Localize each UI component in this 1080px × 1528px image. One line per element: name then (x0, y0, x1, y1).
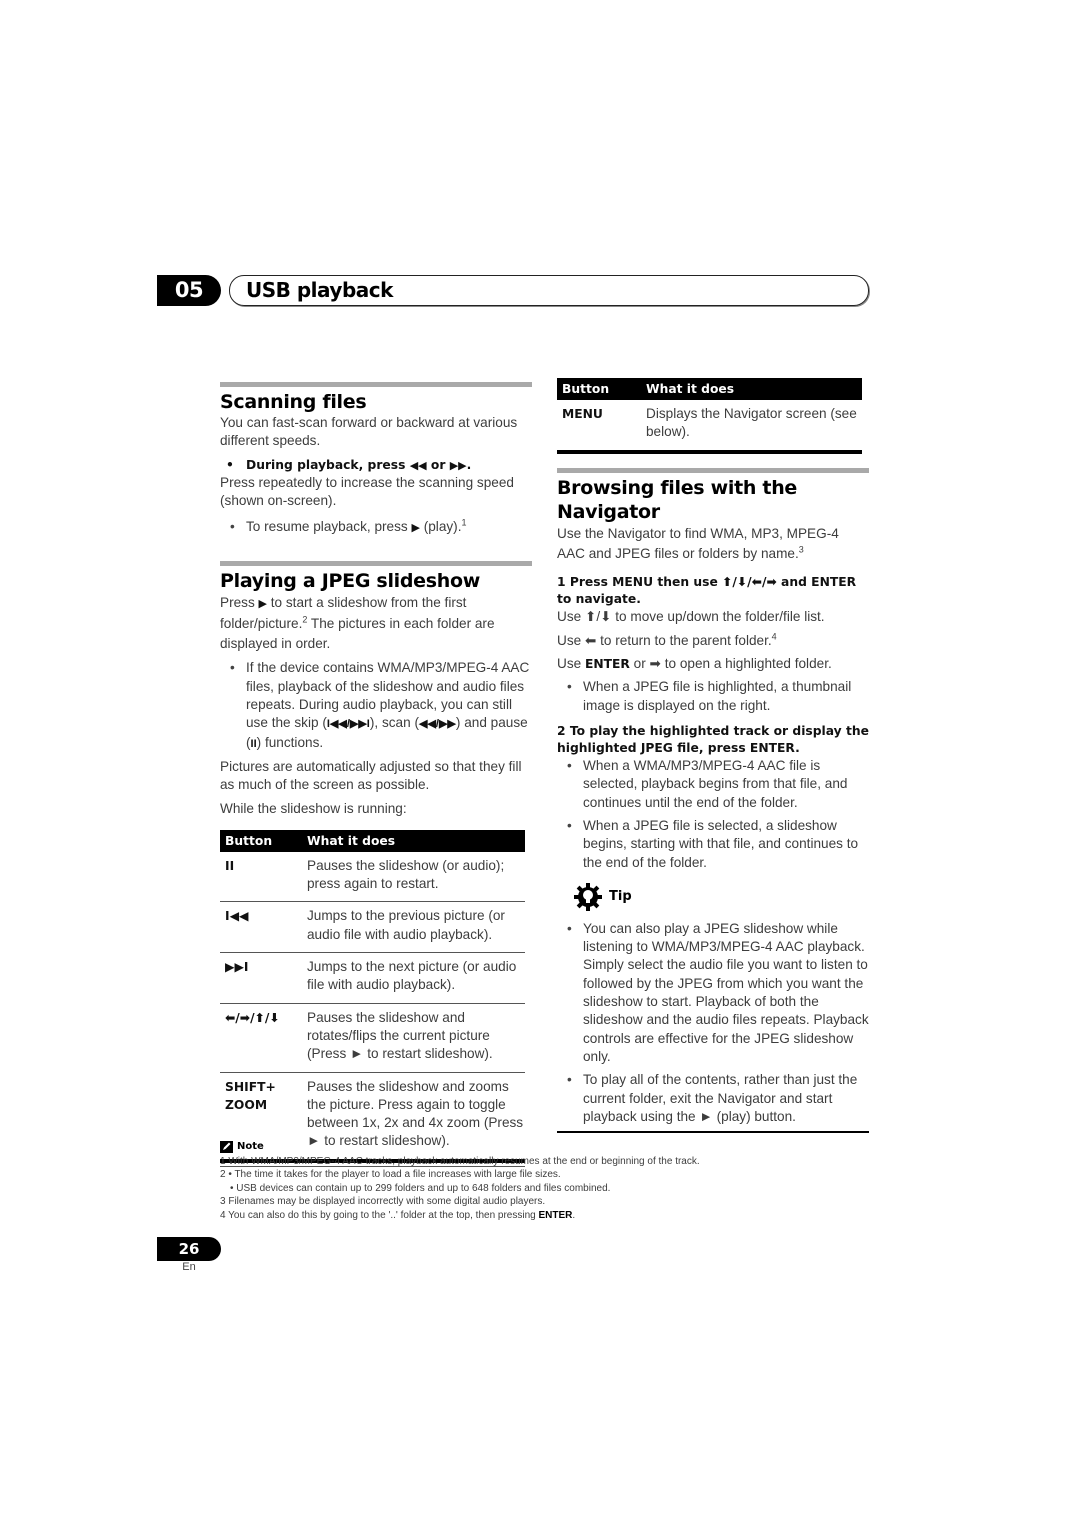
scan-forward-icon: ▶▶ (449, 458, 467, 472)
note-header: Note (220, 1140, 880, 1154)
page-number: 26 (157, 1237, 221, 1261)
column-end-divider (557, 1131, 869, 1134)
tip-box: Tip You can also play a JPEG slideshow w… (557, 882, 869, 1134)
play-icon: ▶ (411, 522, 420, 535)
table-row: ▶▶I Jumps to the next picture (or audio … (220, 952, 525, 1004)
tip-label: Tip (609, 888, 632, 904)
table-row: II Pauses the slideshow (or audio); pres… (220, 851, 525, 903)
table-header-row: Button What it does (557, 378, 862, 400)
note-item: 3 Filenames may be displayed incorrectly… (220, 1196, 546, 1208)
section-divider (220, 561, 532, 567)
header-what-it-does: What it does (307, 829, 525, 852)
button-menu: MENU (557, 400, 646, 454)
footnote-ref: 1 (461, 517, 467, 528)
footnotes: Note 1 With WMA/MP3/MPEG-4 AAC tracks, p… (220, 1140, 880, 1223)
section-title: Browsing files with the Navigator (557, 476, 798, 523)
table-row: MENU Displays the Navigator screen (see … (557, 400, 862, 454)
play-icon: ▶ (258, 598, 267, 611)
table-row: I◀◀ Jumps to the previous picture (or au… (220, 901, 525, 954)
button-arrows-icon: ⬅/➡/⬆/⬇ (220, 1003, 307, 1073)
chapter-title-box: USB playback (229, 275, 869, 306)
pencil-icon (220, 1140, 233, 1153)
scan-back-icon: ◀◀ (409, 458, 427, 472)
section-title: Scanning files (220, 391, 367, 413)
row-description: Jumps to the next picture (or audio file… (307, 952, 525, 1004)
chapter-number: 05 (157, 275, 221, 306)
scanning-step-detail: Press repeatedly to increase the scannin… (220, 474, 514, 508)
row-description: Pauses the slideshow and rotates/flips t… (307, 1003, 525, 1073)
scanning-intro: You can fast-scan forward or backward at… (220, 415, 518, 449)
tip-bullet-1: You can also play a JPEG slideshow while… (557, 920, 869, 1066)
row-description: Jumps to the previous picture (or audio … (307, 901, 525, 954)
button-next-icon: ▶▶I (220, 952, 307, 1004)
button-pause-icon: II (220, 851, 307, 903)
navigator-bullet-3: When a JPEG file is selected, a slidesho… (557, 817, 869, 872)
note-item: 1 With WMA/MP3/MPEG-4 AAC tracks, playba… (220, 1155, 700, 1167)
note-item: • USB devices can contain up to 299 fold… (230, 1182, 611, 1194)
section-divider (220, 382, 532, 387)
scan-icon: ◀◀/▶▶ (418, 718, 456, 731)
jpeg-intro: Press ▶ to start a slideshow from the fi… (220, 595, 495, 652)
navigator-step-1: 1 Press MENU then use ⬆/⬇/⬅/➡ and ENTER … (557, 574, 857, 606)
chapter-title: USB playback (246, 278, 393, 302)
note-item: 2 • The time it takes for the player to … (220, 1169, 561, 1181)
footnote-ref: 4 (771, 631, 777, 642)
section-scanning-files: Scanning files You can fast-scan forward… (220, 382, 532, 537)
page-language: En (182, 1261, 196, 1273)
navigator-step-2: 2 To play the highlighted track or displ… (557, 724, 869, 756)
header-button: Button (557, 378, 646, 400)
jpeg-bullet: If the device contains WMA/MP3/MPEG-4 AA… (220, 659, 532, 752)
table-header-row: Button What it does (220, 829, 525, 852)
lightbulb-gear-icon (574, 882, 602, 911)
section-divider (557, 467, 869, 473)
row-description: Pauses the slideshow (or audio); press a… (307, 851, 525, 903)
menu-button-table: Button What it does MENU Displays the Na… (557, 378, 862, 454)
note-label: Note (237, 1141, 264, 1152)
tip-bullet-2: To play all of the contents, rather than… (557, 1071, 869, 1126)
note-item: 4 You can also do this by going to the '… (220, 1209, 576, 1221)
table-row: ⬅/➡/⬆/⬇ Pauses the slideshow and rotates… (220, 1003, 525, 1073)
navigator-line-2: Use ⬅ to return to the parent folder.4 (557, 631, 777, 648)
header-button: Button (220, 829, 307, 852)
jpeg-adjust-text: Pictures are automatically adjusted so t… (220, 758, 522, 793)
right-column: Button What it does MENU Displays the Na… (557, 378, 869, 1134)
scanning-step: During playback, press ◀◀ or ▶▶. (220, 457, 532, 474)
header-what-it-does: What it does (646, 378, 862, 400)
scanning-bullet: To resume playback, press ▶ (play).1 (220, 518, 532, 537)
section-jpeg-slideshow: Playing a JPEG slideshow Press ▶ to star… (220, 561, 532, 1167)
navigator-bullet-1: When a JPEG file is highlighted, a thumb… (557, 678, 869, 715)
section-navigator: Browsing files with the Navigator Use th… (557, 467, 869, 872)
skip-icon: I◀◀/▶▶I (326, 718, 370, 731)
jpeg-while-text: While the slideshow is running: (220, 800, 407, 816)
slideshow-button-table: Button What it does II Pauses the slides… (220, 829, 525, 1163)
button-previous-icon: I◀◀ (220, 901, 307, 954)
footnote-ref: 3 (798, 544, 804, 555)
navigator-bullet-2: When a WMA/MP3/MPEG-4 AAC file is select… (557, 757, 869, 812)
section-title: Playing a JPEG slideshow (220, 570, 480, 593)
navigator-line-3: Use ENTER or ➡ to open a highlighted fol… (557, 656, 832, 672)
tip-header: Tip (573, 882, 869, 912)
left-column: Scanning files You can fast-scan forward… (220, 382, 532, 1167)
row-description: Displays the Navigator screen (see below… (646, 400, 862, 454)
navigator-intro: Use the Navigator to find WMA, MP3, MPEG… (557, 525, 839, 561)
navigator-line-1: Use ⬆/⬇ to move up/down the folder/file … (557, 608, 825, 624)
